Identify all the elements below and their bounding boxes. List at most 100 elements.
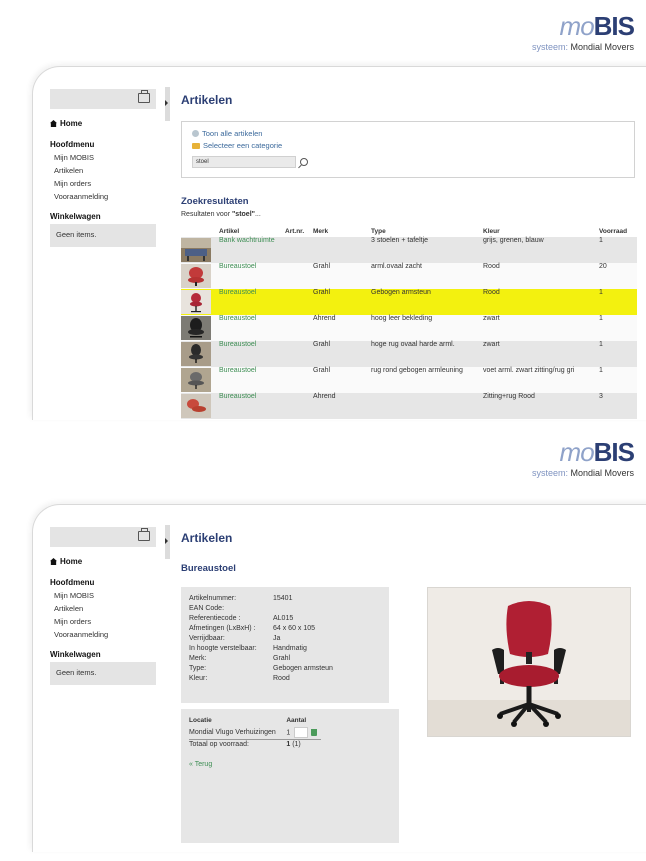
table-row[interactable]: Bureaustoel Ahrend hoog leer bekleding z… <box>181 315 637 341</box>
product-thumbnail <box>181 394 211 418</box>
mobis-logo: moBIS <box>559 11 635 41</box>
page-title: Artikelen <box>181 93 233 107</box>
screen-article-detail: moBIS systeem: Mondial Movers Home Hoofd… <box>0 426 646 852</box>
table-row[interactable]: Bureaustoel Grahl arml.ovaal zacht Rood … <box>181 263 637 289</box>
sidebar-item-mijn-mobis[interactable]: Mijn MOBIS <box>54 591 156 600</box>
artnr-cell <box>283 393 311 419</box>
sidebar-item-vooraanmelding[interactable]: Vooraanmelding <box>54 192 156 201</box>
sidebar-toggle[interactable] <box>165 525 170 559</box>
merk-cell: Grahl <box>313 289 331 296</box>
sidebar-item-mijn-orders[interactable]: Mijn orders <box>54 617 156 626</box>
detail-value: Ja <box>273 635 281 642</box>
total-row: Totaal op voorraad: 1 (1) <box>189 739 321 750</box>
back-link[interactable]: « Terug <box>189 761 393 768</box>
sidebar-item-artikelen[interactable]: Artikelen <box>54 166 156 175</box>
nav-home[interactable]: Home <box>50 557 156 566</box>
location-header-row: Locatie Aantal <box>189 717 321 726</box>
quantity-input[interactable] <box>294 727 309 738</box>
artikel-link[interactable]: Bureaustoel <box>217 367 283 393</box>
results-heading: Zoekresultaten <box>181 196 249 207</box>
kleur-cell: grijs, grenen, blauw <box>483 237 544 244</box>
detail-label: Merk: <box>189 655 207 662</box>
artikel-link[interactable]: Bureaustoel <box>217 289 283 315</box>
merk-cell: Ahrend <box>313 393 336 400</box>
location-name: Mondial Vlugo Verhuizingen <box>189 729 276 736</box>
artikel-link[interactable]: Bureaustoel <box>217 341 283 367</box>
content: Artikelen Toon alle artikelen Selecteer … <box>181 93 637 419</box>
col-artikel[interactable]: Artikel <box>217 228 283 237</box>
search-icon[interactable] <box>300 157 308 166</box>
detail-row: Verrijdbaar: Ja <box>189 635 389 645</box>
select-category-link[interactable]: Selecteer een categorie <box>192 141 628 150</box>
detail-label: Referentiecode : <box>189 615 241 622</box>
page-title: Artikelen <box>181 531 233 545</box>
product-photo <box>427 587 631 737</box>
artnr-cell <box>283 341 311 367</box>
detail-row: Afmetingen (LxBxH) : 64 x 60 x 105 <box>189 625 389 635</box>
col-voorraad[interactable]: Voorraad <box>597 228 637 237</box>
sidebar-item-vooraanmelding[interactable]: Vooraanmelding <box>54 630 156 639</box>
detail-row: In hoogte verstelbaar: Handmatig <box>189 645 389 655</box>
merk-cell: Grahl <box>313 263 331 270</box>
nav-home[interactable]: Home <box>50 119 156 128</box>
detail-row: Merk: Grahl <box>189 655 389 665</box>
add-to-cart-icon[interactable] <box>311 729 318 736</box>
kleur-cell: Zitting+rug Rood <box>483 393 535 400</box>
col-merk[interactable]: Merk <box>311 228 369 237</box>
product-thumbnail <box>181 290 211 314</box>
cart-empty: Geen items. <box>50 662 156 685</box>
col-artnr[interactable]: Art.nr. <box>283 228 311 237</box>
table-row[interactable]: Bank wachtruimte 3 stoelen + tafeltje gr… <box>181 237 637 263</box>
type-cell: rug rond gebogen armleuning <box>371 367 463 374</box>
sidebar-toggle[interactable] <box>165 87 170 121</box>
type-cell: arml.ovaal zacht <box>371 263 422 270</box>
kleur-cell: zwart <box>483 341 500 348</box>
detail-value: 15401 <box>273 595 293 602</box>
quantity-header: Aantal <box>286 717 307 724</box>
table-row[interactable]: Bureaustoel Ahrend Zitting+rug Rood 3 <box>181 393 637 419</box>
product-thumbnail <box>181 264 211 288</box>
sidebar: Home Hoofdmenu Mijn MOBIS Artikelen Mijn… <box>50 527 156 685</box>
type-cell: 3 stoelen + tafeltje <box>371 237 429 244</box>
location-header: Locatie <box>189 717 212 724</box>
show-all-link[interactable]: Toon alle artikelen <box>192 129 628 138</box>
col-type[interactable]: Type <box>369 228 481 237</box>
print-icon[interactable] <box>138 528 150 541</box>
artnr-cell <box>283 315 311 341</box>
sidebar-item-artikelen[interactable]: Artikelen <box>54 604 156 613</box>
product-thumbnail <box>181 238 211 262</box>
home-icon <box>50 558 57 565</box>
detail-row: Type: Gebogen armsteun <box>189 665 389 675</box>
sidebar-item-mijn-orders[interactable]: Mijn orders <box>54 179 156 188</box>
artikel-link[interactable]: Bureaustoel <box>217 393 283 419</box>
system-label: systeem: Mondial Movers <box>531 468 634 478</box>
sidebar-item-mijn-mobis[interactable]: Mijn MOBIS <box>54 153 156 162</box>
artnr-cell <box>283 289 311 315</box>
search-input[interactable]: stoel <box>192 155 296 168</box>
print-icon[interactable] <box>138 90 150 103</box>
total-label: Totaal op voorraad: <box>189 741 249 748</box>
office-chair-image <box>428 588 630 736</box>
home-icon <box>50 120 57 127</box>
kleur-cell: zwart <box>483 315 500 322</box>
folder-icon <box>192 143 200 149</box>
table-row[interactable]: Bureaustoel Grahl rug rond gebogen armle… <box>181 367 637 393</box>
voorraad-cell: 1 <box>599 367 603 374</box>
system-label: systeem: Mondial Movers <box>531 42 634 52</box>
table-row-selected[interactable]: Bureaustoel Grahl Gebogen armsteun Rood … <box>181 289 637 315</box>
merk-cell: Ahrend <box>313 315 336 322</box>
artikel-link[interactable]: Bureaustoel <box>217 263 283 289</box>
col-kleur[interactable]: Kleur <box>481 228 597 237</box>
voorraad-cell: 1 <box>599 341 603 348</box>
type-cell: hoge rug ovaal harde arml. <box>371 341 455 348</box>
table-header-row: Artikel Art.nr. Merk Type Kleur Voorraad <box>181 228 637 237</box>
detail-row: Kleur: Rood <box>189 675 389 685</box>
artikel-link[interactable]: Bank wachtruimte <box>217 237 283 263</box>
merk-cell: Grahl <box>313 341 331 348</box>
artikel-link[interactable]: Bureaustoel <box>217 315 283 341</box>
detail-row: EAN Code: <box>189 605 389 615</box>
artnr-cell <box>283 237 311 263</box>
detail-value: AL015 <box>273 615 294 622</box>
detail-row: Artikelnummer: 15401 <box>189 595 389 605</box>
table-row[interactable]: Bureaustoel Grahl hoge rug ovaal harde a… <box>181 341 637 367</box>
